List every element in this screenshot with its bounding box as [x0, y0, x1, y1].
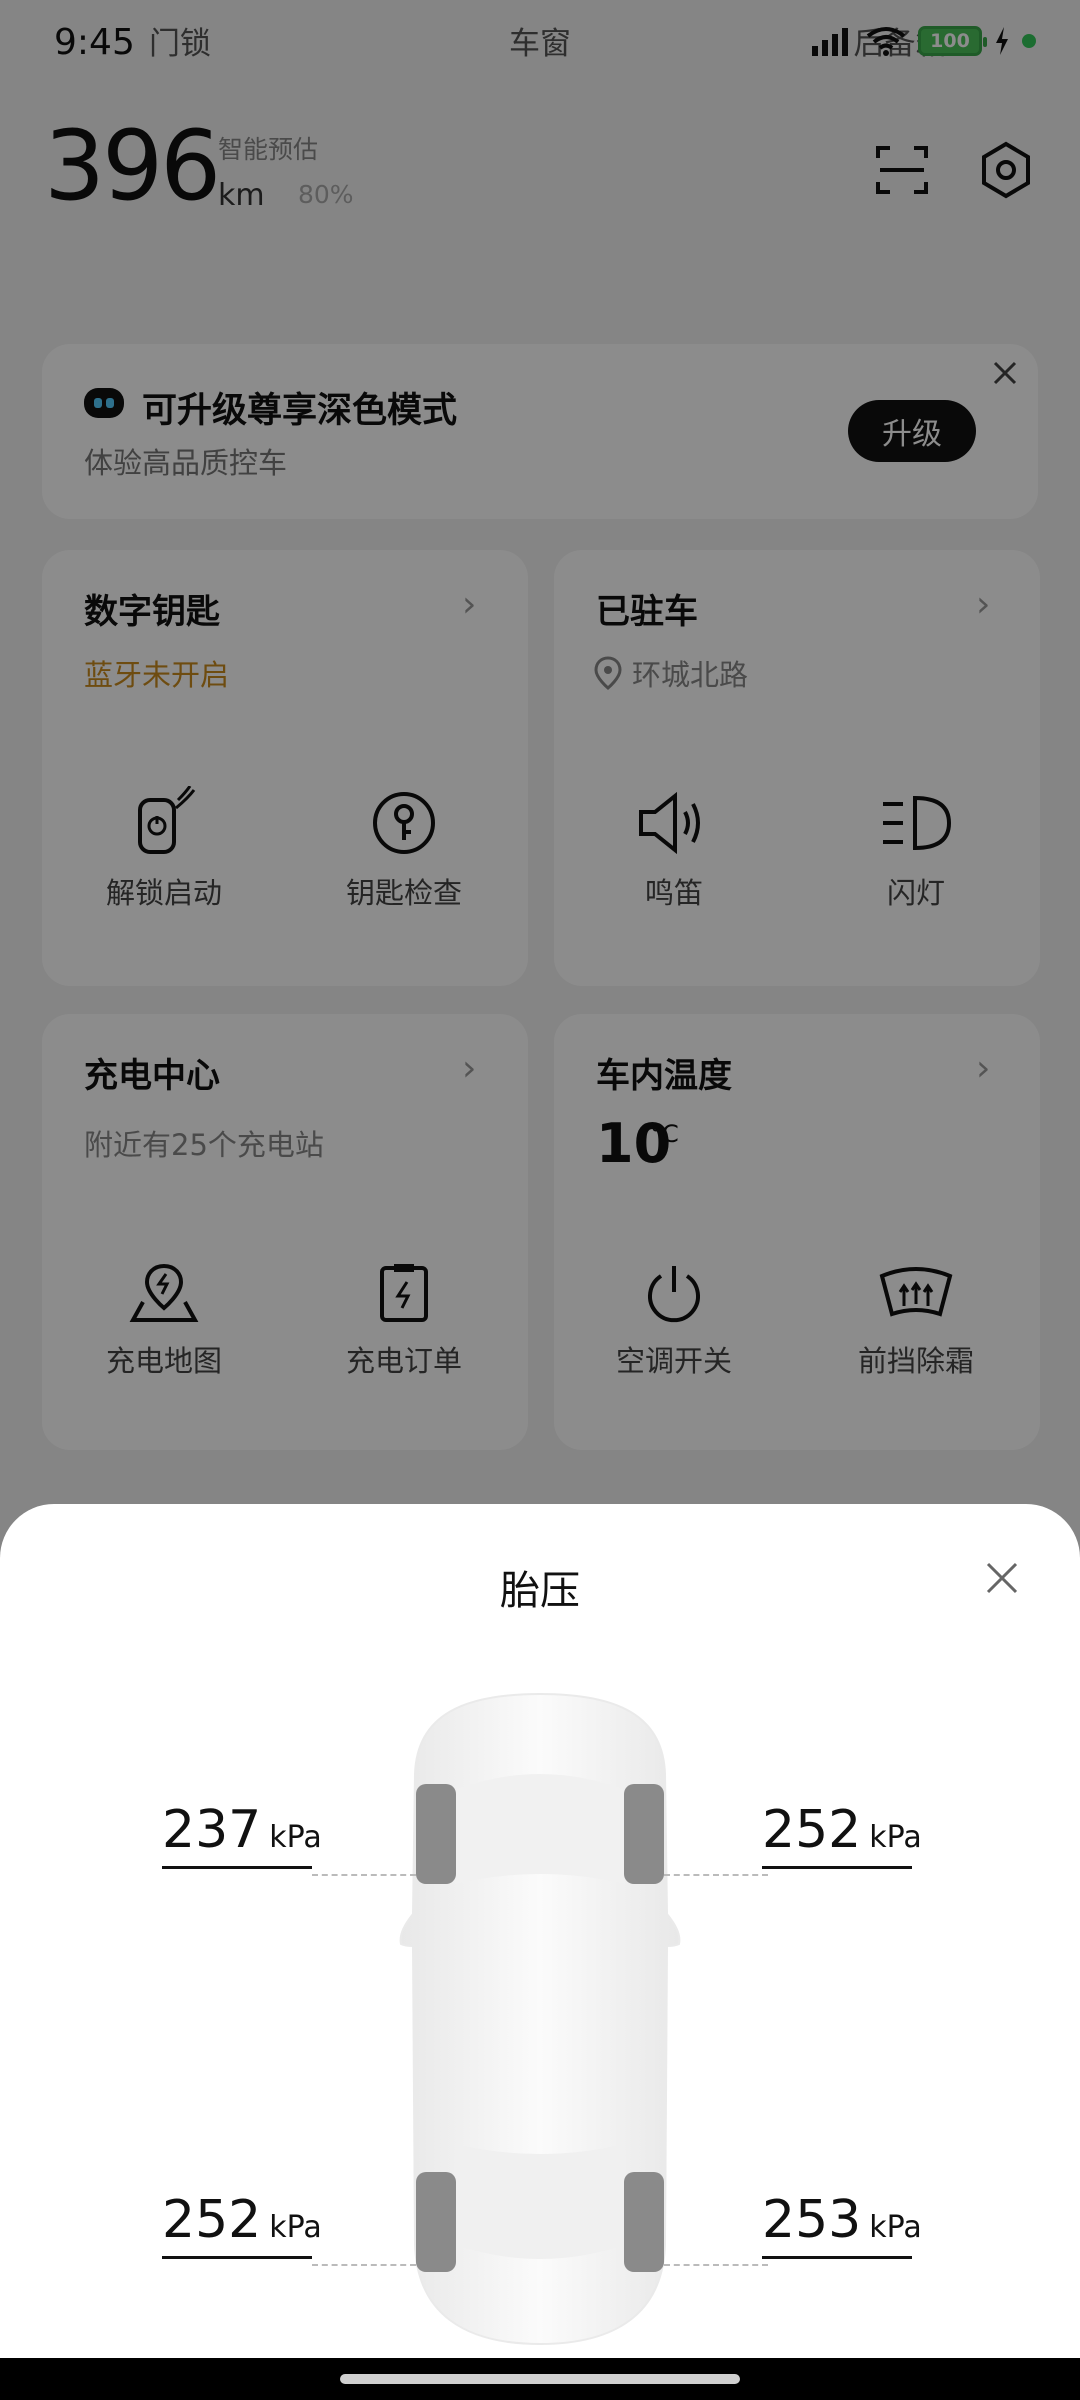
tire-rear-left [416, 2172, 456, 2272]
tire-pressure-sheet: 胎压 237 kPa 252 kPa 252 kPa 253 kPa [0, 1504, 1080, 2400]
car-top-view [399, 1692, 681, 2346]
leader-line [664, 1874, 768, 1876]
pressure-unit: kPa [269, 1820, 322, 1855]
tire-pressure-front-right: 252 kPa [762, 1800, 922, 1869]
tire-front-left [416, 1784, 456, 1884]
tire-pressure-front-left: 237 kPa [162, 1800, 322, 1869]
pressure-value: 253 [762, 2190, 862, 2250]
pressure-unit: kPa [869, 2210, 922, 2245]
sheet-title: 胎压 [500, 1568, 580, 1614]
home-indicator[interactable] [340, 2374, 740, 2384]
leader-line [312, 1874, 416, 1876]
leader-line [664, 2264, 768, 2266]
gesture-nav-bar [0, 2358, 1080, 2400]
pressure-unit: kPa [869, 1820, 922, 1855]
tire-pressure-rear-right: 253 kPa [762, 2190, 922, 2259]
pressure-value: 252 [162, 2190, 262, 2250]
pressure-value: 237 [162, 1800, 262, 1860]
pressure-unit: kPa [269, 2210, 322, 2245]
tire-rear-right [624, 2172, 664, 2272]
pressure-value: 252 [762, 1800, 862, 1860]
tire-front-right [624, 1784, 664, 1884]
tire-pressure-rear-left: 252 kPa [162, 2190, 322, 2259]
close-icon[interactable] [982, 1558, 1022, 1598]
leader-line [312, 2264, 416, 2266]
